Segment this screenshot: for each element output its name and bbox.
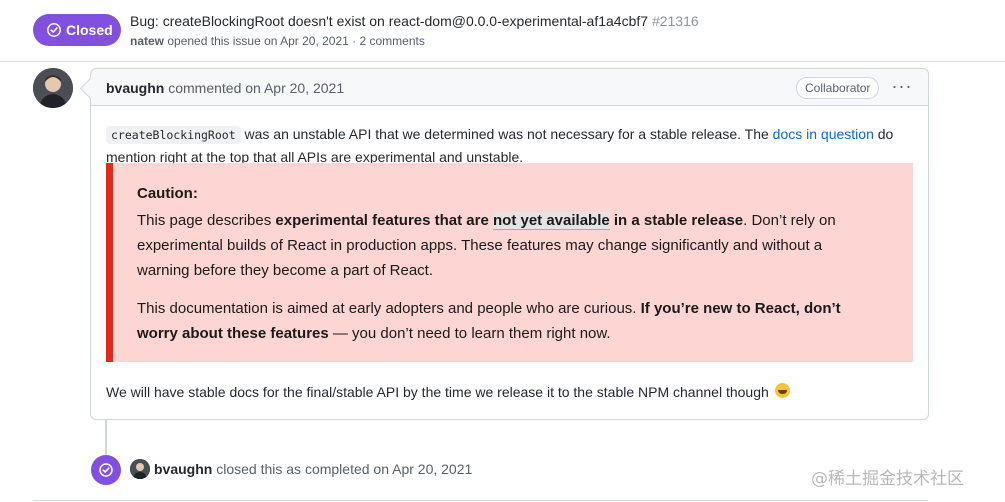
avatar-image <box>33 68 73 108</box>
caution-p1-b: experimental features that are <box>275 212 493 229</box>
comment-card: bvaughn commented on Apr 20, 2021 Collab… <box>90 68 929 420</box>
check-circle-icon <box>99 463 113 477</box>
event-avatar[interactable] <box>130 459 150 479</box>
issue-title-text: Bug: createBlockingRoot doesn't exist on… <box>130 13 649 29</box>
caution-paragraph-2: This documentation is aimed at early ado… <box>137 296 857 346</box>
caution-heading: Caution: <box>137 185 198 202</box>
close-event: bvaughn closed this as completed on Apr … <box>154 461 472 477</box>
caution-p2-c: — you don’t need to learn them right now… <box>328 325 611 342</box>
closed-event-icon <box>91 455 121 485</box>
event-actor-link[interactable]: bvaughn <box>154 461 212 477</box>
watermark: @稀土掘金技术社区 <box>811 469 964 489</box>
status-badge: Closed <box>33 14 121 46</box>
status-label: Closed <box>66 22 113 38</box>
event-avatar-image <box>130 459 150 479</box>
issue-header: Closed Bug: createBlockingRoot doesn't e… <box>0 0 1005 62</box>
smile-emoji-icon <box>774 383 790 398</box>
role-badge: Collaborator <box>796 77 880 99</box>
comment-footer-text: We will have stable docs for the final/s… <box>106 383 790 400</box>
comment-author-link[interactable]: bvaughn <box>106 80 164 96</box>
caution-image: Caution: This page describes experimenta… <box>106 163 913 362</box>
issue-title: Bug: createBlockingRoot doesn't exist on… <box>130 13 699 29</box>
caution-p1-a: This page describes <box>137 212 276 229</box>
comment-author-line: bvaughn commented on Apr 20, 2021 <box>106 80 344 96</box>
issue-meta: natew opened this issue on Apr 20, 2021 … <box>130 34 425 48</box>
issue-number: #21316 <box>651 13 699 29</box>
comment-header: bvaughn commented on Apr 20, 2021 Collab… <box>91 69 928 106</box>
caution-p2-a: This documentation is aimed at early ado… <box>137 300 641 317</box>
issue-opener-link[interactable]: natew <box>130 34 164 48</box>
caution-p1-c: in a stable release <box>609 212 744 229</box>
comment-text-1: was an unstable API that we determined w… <box>240 126 773 142</box>
caution-paragraph-1: This page describes experimental feature… <box>137 208 857 283</box>
comment-footer-sentence: We will have stable docs for the final/s… <box>106 384 769 400</box>
inline-code: createBlockingRoot <box>106 126 241 144</box>
caution-highlight: not yet available <box>493 212 610 230</box>
kebab-menu-icon[interactable]: ··· <box>890 75 914 99</box>
divider <box>33 500 928 501</box>
closed-check-icon <box>46 22 62 38</box>
event-description: closed this as completed on Apr 20, 2021 <box>216 461 473 477</box>
comment-paragraph: createBlockingRoot was an unstable API t… <box>106 123 906 168</box>
avatar[interactable] <box>33 68 73 108</box>
issue-opened-text: opened this issue on Apr 20, 2021 · 2 co… <box>167 34 425 48</box>
timeline-connector <box>105 420 107 460</box>
docs-link[interactable]: docs in question <box>773 126 874 142</box>
comment-action[interactable]: commented on Apr 20, 2021 <box>168 80 344 96</box>
